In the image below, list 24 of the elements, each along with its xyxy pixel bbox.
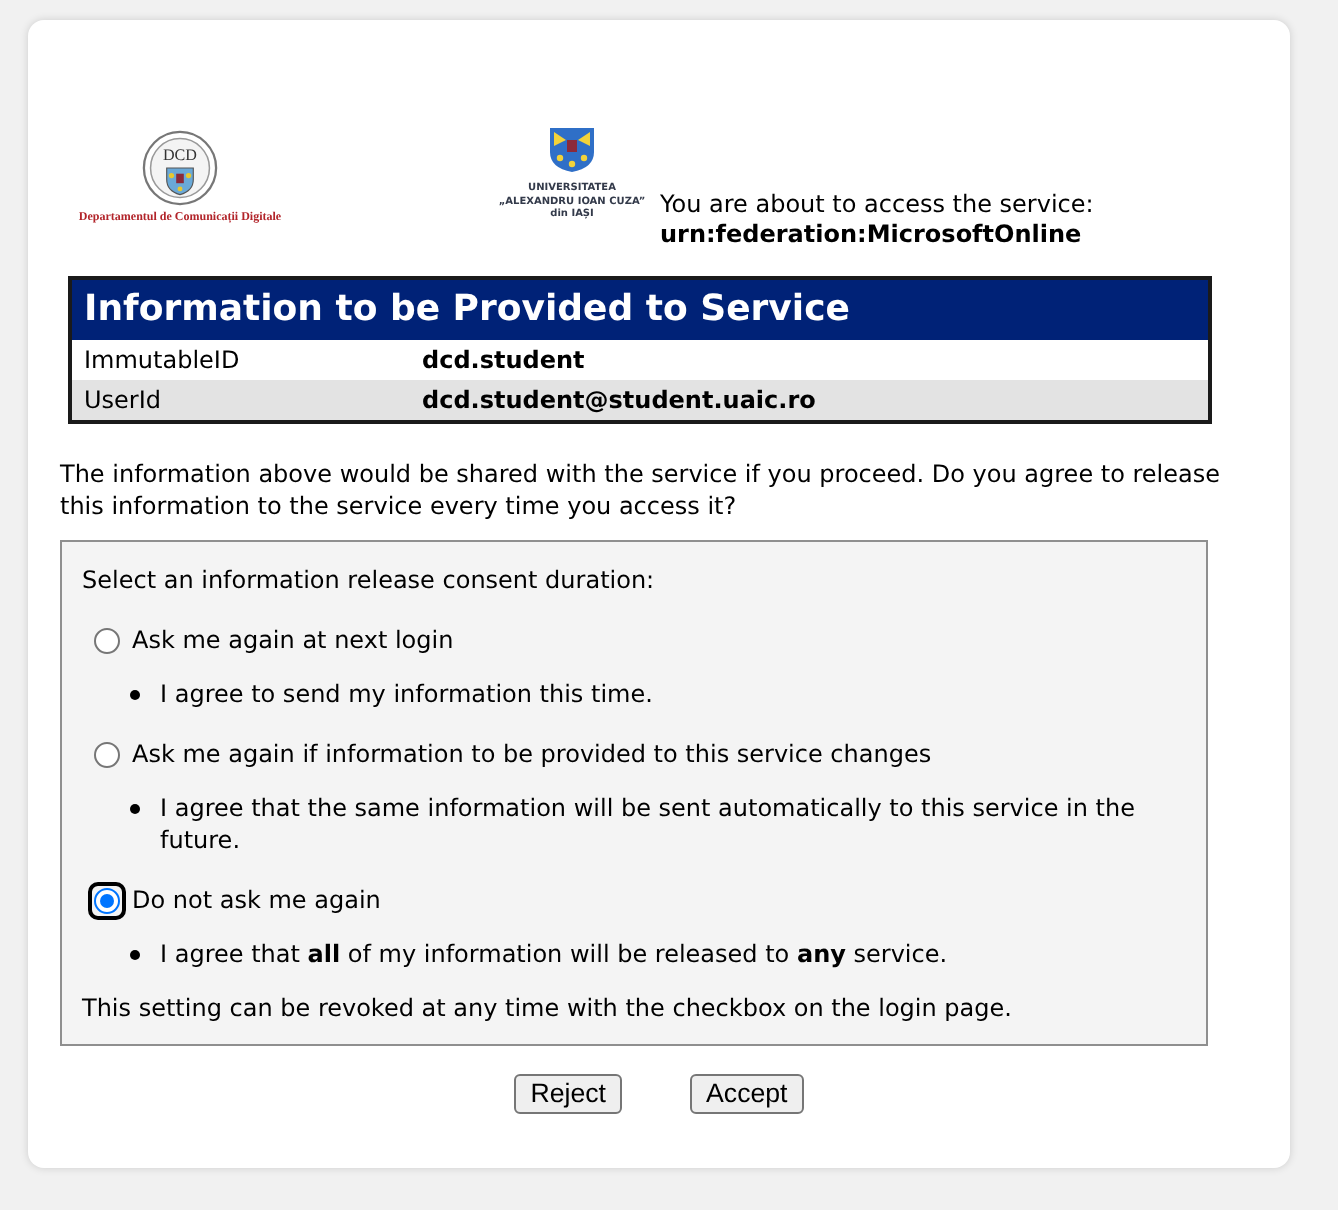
seal-drawing	[142, 130, 218, 206]
attribute-name-cell: UserId	[72, 380, 422, 420]
bullet-icon	[130, 804, 140, 814]
service-intro-text: You are about to access the service:	[660, 190, 1094, 220]
option-note: I agree that all of my information will be released to any service.	[160, 938, 950, 970]
bullet-icon	[130, 950, 140, 960]
dialog-button[interactable]: Reject	[514, 1074, 623, 1114]
consent-footnote: This setting can be revoked at any time with the checkbox on the login page.	[82, 994, 1012, 1022]
radio-button[interactable]	[88, 881, 126, 919]
radio-button[interactable]	[94, 627, 120, 653]
radio-label[interactable]: Ask me again if information to be provided to this service changes	[132, 738, 932, 770]
option-note: I agree that the same information will be sent automatically to this service in the future.	[160, 792, 1137, 856]
bullet-icon	[130, 690, 140, 700]
radio-label[interactable]: Ask me again at next login	[132, 624, 454, 656]
consent-prompt: Select an information release consent duration:	[82, 566, 655, 594]
university-crest-logo	[548, 126, 596, 174]
option-note: I agree to send my information this time.	[160, 678, 655, 710]
radio-button[interactable]	[94, 741, 120, 767]
table-title: Information to be Provided to Service	[72, 280, 1208, 340]
service-name: urn:federation:MicrosoftOnline	[660, 220, 1084, 250]
radio-label[interactable]: Do not ask me again	[132, 884, 381, 916]
attribute-value-cell: dcd.student@student.uaic.ro	[422, 380, 1208, 420]
dialog-button[interactable]: Accept	[690, 1074, 804, 1114]
consent-question: The information above would be shared with the service if you proceed. Do you agree to release this information to the service every time you access it?	[60, 458, 1223, 522]
